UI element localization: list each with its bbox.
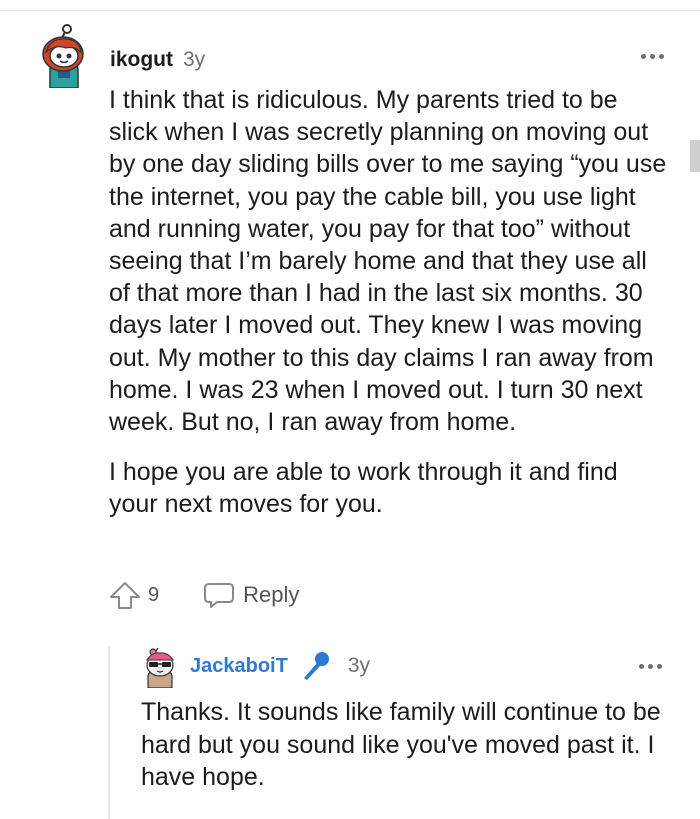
comment-actions: 9 Reply: [108, 580, 299, 610]
reply-button[interactable]: Reply: [203, 580, 299, 610]
comment-paragraph: I think that is ridiculous. My parents t…: [109, 86, 667, 437]
speech-bubble-icon: [204, 583, 235, 608]
thread-line[interactable]: [108, 646, 110, 819]
comment-username[interactable]: ikogut: [110, 48, 173, 72]
upvote-arrow-icon: [110, 582, 140, 609]
reply-paragraph: Thanks. It sounds like family will conti…: [141, 698, 661, 791]
reply-username[interactable]: JackaboiT: [190, 655, 288, 678]
reply-meta: JackaboiT 3y: [190, 652, 370, 680]
snoo-avatar-icon: [42, 24, 84, 89]
user-avatar[interactable]: [36, 24, 92, 89]
comment-paragraph: I hope you are able to work through it a…: [109, 458, 618, 519]
comment-timestamp[interactable]: 3y: [183, 48, 205, 72]
reply-label: Reply: [243, 582, 300, 607]
vote-count: 9: [148, 583, 160, 606]
comment-meta: ikogut 3y: [110, 46, 205, 74]
reply-body: Thanks. It sounds like family will conti…: [141, 696, 661, 794]
scrollbar-thumb[interactable]: [690, 140, 700, 172]
upvote-button[interactable]: 9: [108, 580, 159, 610]
microphone-icon: [303, 652, 329, 680]
snoo-avatar-sunglasses-icon: [146, 647, 174, 689]
reply-more-options-icon[interactable]: [636, 656, 664, 676]
top-divider: [0, 10, 700, 11]
reply-timestamp[interactable]: 3y: [348, 654, 370, 678]
more-options-icon[interactable]: [638, 46, 666, 66]
comment-body: I think that is ridiculous. My parents t…: [109, 84, 669, 539]
reply-user-avatar[interactable]: [140, 646, 180, 689]
